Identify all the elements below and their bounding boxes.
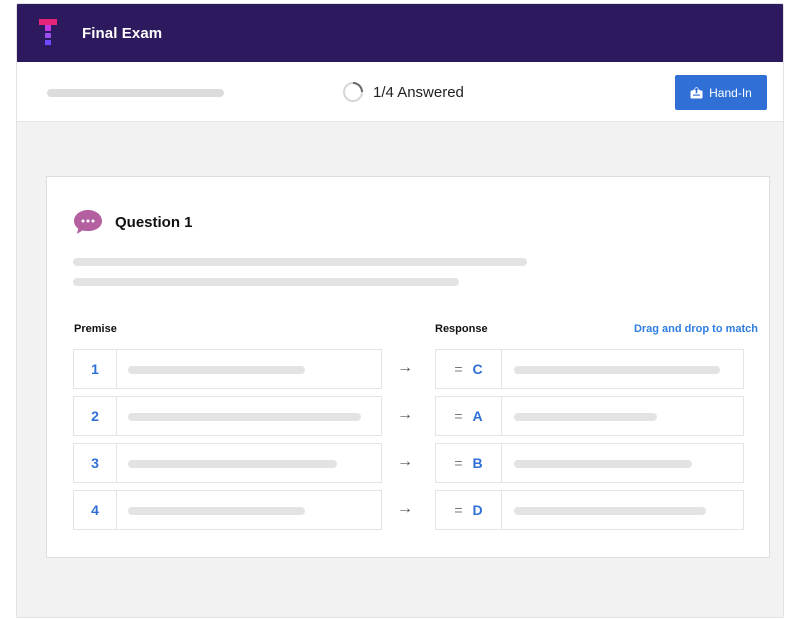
drag-hint: Drag and drop to match: [633, 323, 758, 335]
response-letter: C: [472, 361, 483, 377]
chat-bubble-icon: [74, 210, 102, 234]
question-text-placeholder: [73, 278, 459, 286]
response-letter: B: [472, 455, 483, 471]
premise-number: 4: [74, 491, 117, 529]
progress-ring-icon: [343, 82, 363, 102]
arrow-right-icon: →: [397, 359, 413, 376]
drag-handle-icon[interactable]: =: [454, 455, 462, 471]
premise-item: 3: [73, 443, 382, 483]
premise-item: 1: [73, 349, 382, 389]
premise-text-placeholder: [128, 507, 305, 515]
premise-number: 2: [74, 397, 117, 435]
premise-number: 3: [74, 444, 117, 482]
question-text-placeholder: [73, 258, 527, 266]
drag-handle-icon[interactable]: =: [454, 361, 462, 377]
premise-item: 4: [73, 490, 382, 530]
response-handle[interactable]: = C: [436, 350, 502, 388]
premise-number: 1: [74, 350, 117, 388]
match-row: 2 → = A: [73, 396, 745, 436]
top-bar: Final Exam: [17, 4, 783, 62]
premise-item: 2: [73, 396, 382, 436]
answered-status: 1/4 Answered: [342, 81, 464, 103]
response-handle[interactable]: = D: [436, 491, 502, 529]
response-text-placeholder: [514, 413, 657, 421]
match-row: 4 → = D: [73, 490, 745, 530]
exam-window: Final Exam 1/4 Answered Hand-In Question…: [16, 3, 784, 618]
response-item[interactable]: = D: [435, 490, 744, 530]
response-handle[interactable]: = B: [436, 444, 502, 482]
question-card: Question 1 Premise Response Drag and dro…: [46, 176, 770, 558]
answered-text: 1/4 Answered: [373, 83, 464, 101]
response-letter: D: [472, 502, 483, 518]
response-text-placeholder: [514, 507, 706, 515]
drag-handle-icon[interactable]: =: [454, 408, 462, 424]
premise-text-placeholder: [128, 413, 361, 421]
exam-title: Final Exam: [82, 24, 163, 42]
response-item[interactable]: = C: [435, 349, 744, 389]
response-handle[interactable]: = A: [436, 397, 502, 435]
hand-in-button[interactable]: Hand-In: [675, 75, 767, 110]
premise-text-placeholder: [128, 460, 337, 468]
arrow-right-icon: →: [397, 453, 413, 470]
response-item[interactable]: = B: [435, 443, 744, 483]
upload-icon: [690, 86, 703, 98]
match-row: 3 → = B: [73, 443, 745, 483]
status-bar: 1/4 Answered Hand-In: [17, 62, 783, 122]
progress-placeholder: [47, 89, 224, 97]
response-text-placeholder: [514, 460, 692, 468]
logo-icon: [39, 19, 57, 47]
hand-in-label: Hand-In: [709, 85, 752, 100]
premise-text-placeholder: [128, 366, 305, 374]
match-row: 1 → = C: [73, 349, 745, 389]
response-label: Response: [435, 323, 488, 335]
response-item[interactable]: = A: [435, 396, 744, 436]
question-title: Question 1: [115, 213, 193, 231]
drag-handle-icon[interactable]: =: [454, 502, 462, 518]
question-header: Question 1: [73, 209, 193, 235]
response-text-placeholder: [514, 366, 720, 374]
response-letter: A: [472, 408, 483, 424]
premise-label: Premise: [74, 323, 117, 335]
arrow-right-icon: →: [397, 406, 413, 423]
arrow-right-icon: →: [397, 500, 413, 517]
